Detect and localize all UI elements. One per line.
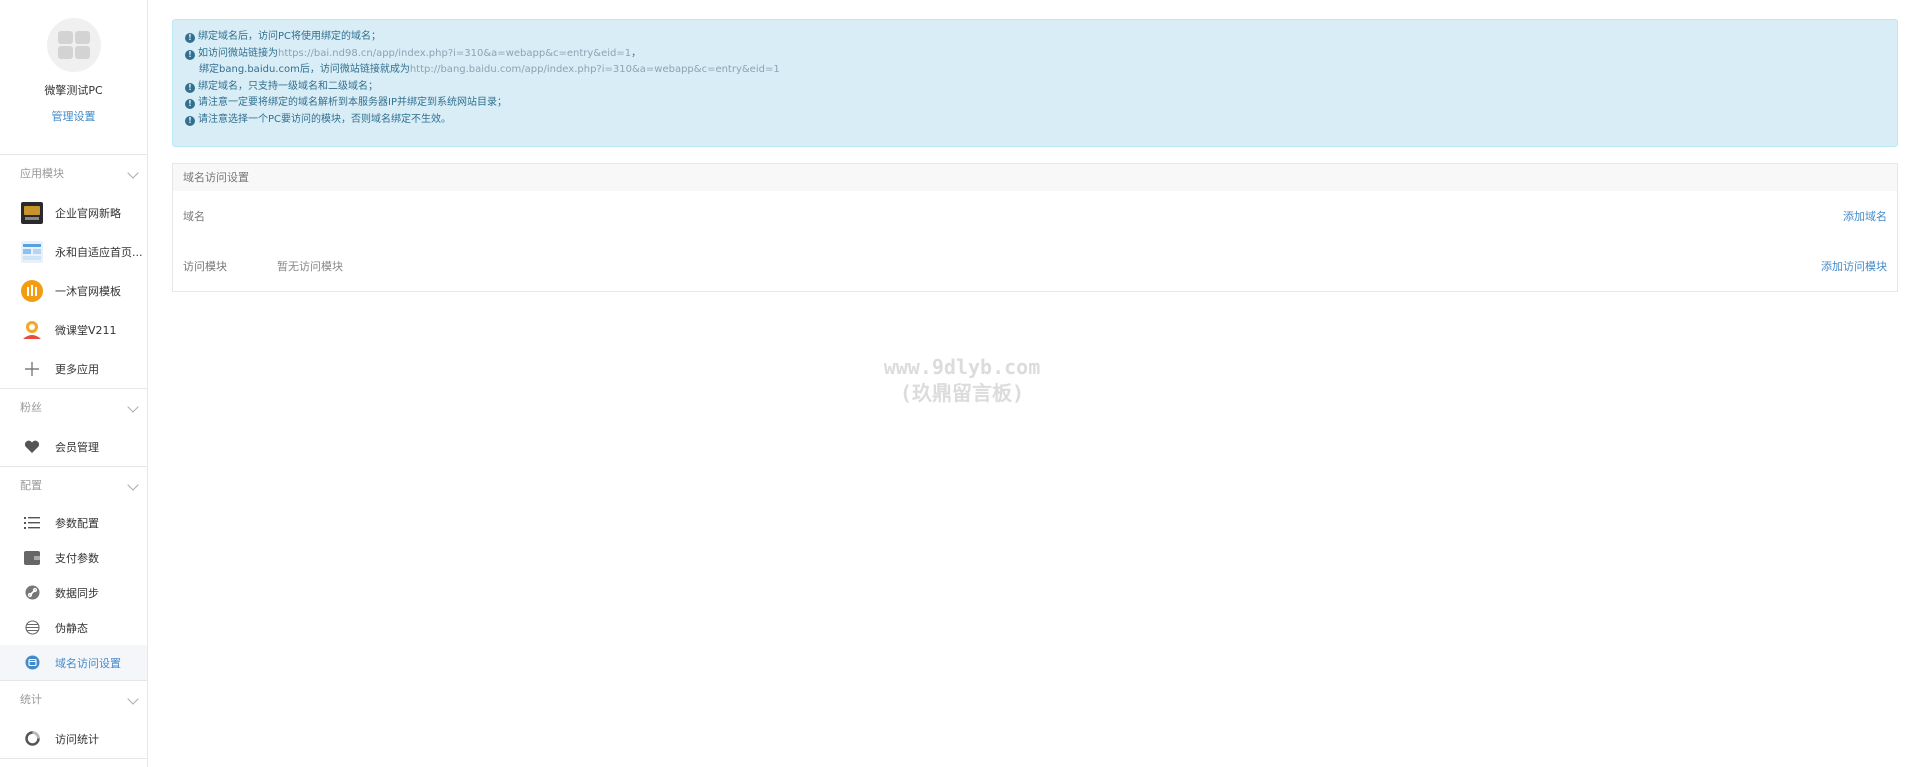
- heart-icon: [21, 436, 43, 458]
- sidebar-item-label: 参数配置: [55, 516, 99, 530]
- alert-line: ! 绑定域名，只支持一级域名和二级域名；: [185, 79, 1887, 96]
- main-content: ! 绑定域名后，访问PC将使用绑定的域名； ! 如访问微站链接为https://ba…: [172, 19, 1898, 292]
- watermark: www.9dlyb.com (玖鼎留言板): [862, 354, 1062, 406]
- sidebar-group-title[interactable]: 粉丝: [0, 389, 147, 427]
- sidebar-item-label: 访问统计: [55, 732, 99, 746]
- sidebar: 微擎测试PC 管理设置 应用模块 企业官网新略 永和自适应首页... 一沐官网模…: [0, 0, 148, 767]
- info-circle-icon: !: [185, 82, 195, 93]
- module-value: 暂无访问模块: [277, 260, 343, 273]
- group-title-text: 统计: [20, 693, 42, 706]
- sidebar-item-label: 企业官网新略: [55, 206, 121, 220]
- sidebar-item-module-2[interactable]: 永和自适应首页...: [0, 232, 147, 271]
- info-circle-icon: !: [185, 49, 195, 60]
- sidebar-group-title[interactable]: 应用模块: [0, 155, 147, 193]
- module-row: 访问模块 暂无访问模块 添加访问模块: [173, 241, 1897, 291]
- sidebar-item-members[interactable]: 会员管理: [0, 427, 147, 466]
- domain-row: 域名 添加域名: [173, 191, 1897, 241]
- sidebar-item-domain-settings[interactable]: 域名访问设置: [0, 645, 147, 680]
- info-circle-icon: !: [185, 115, 195, 126]
- manage-settings-link[interactable]: 管理设置: [0, 108, 147, 124]
- link-icon: [21, 582, 43, 604]
- info-circle-icon: !: [185, 99, 195, 109]
- alert-line: 绑定bang.baidu.com后，访问微站链接就成为http://bang.b…: [199, 64, 780, 75]
- account-name: 微擎测试PC: [44, 84, 103, 97]
- account-profile: 微擎测试PC 管理设置: [0, 18, 147, 155]
- sidebar-item-label: 支付参数: [55, 551, 99, 565]
- globe-icon: [21, 617, 43, 639]
- sidebar-group-fans: 粉丝 会员管理: [0, 389, 147, 467]
- module-label: 访问模块: [183, 260, 227, 273]
- sidebar-item-rewrite[interactable]: 伪静态: [0, 610, 147, 645]
- chevron-down-icon: [127, 693, 139, 705]
- sidebar-group-stats: 统计 访问统计: [0, 681, 147, 759]
- domain-label: 域名: [183, 210, 205, 223]
- sidebar-item-label: 永和自适应首页...: [55, 245, 143, 259]
- domain-icon: [21, 652, 43, 674]
- sidebar-item-label: 一沐官网模板: [55, 284, 121, 298]
- panel-heading: 域名访问设置: [173, 164, 1897, 191]
- chevron-down-icon: [127, 167, 139, 179]
- sidebar-group-config: 配置 参数配置 支付参数 数据同步 伪静态 域名访问设置: [0, 467, 147, 681]
- add-domain-link[interactable]: 添加域名: [1843, 208, 1887, 224]
- example-url: https://bai.nd98.cn/app/index.php?i=310&…: [278, 47, 632, 59]
- sidebar-item-sync[interactable]: 数据同步: [0, 575, 147, 610]
- sidebar-item-more-apps[interactable]: 更多应用: [0, 349, 147, 388]
- alert-line: ! 请注意选择一个PC要访问的模块，否则域名绑定不生效。: [185, 112, 1887, 129]
- chevron-down-icon: [127, 401, 139, 413]
- account-avatar[interactable]: [46, 18, 101, 72]
- module-thumbnail-icon: [21, 201, 43, 224]
- add-module-link[interactable]: 添加访问模块: [1821, 258, 1887, 274]
- wallet-icon: [21, 547, 43, 569]
- domain-settings-panel: 域名访问设置 域名 添加域名 访问模块 暂无访问模块 添加访问模块: [172, 163, 1898, 292]
- alert-line: ! 绑定域名后，访问PC将使用绑定的域名；: [185, 29, 1887, 46]
- sidebar-item-module-1[interactable]: 企业官网新略: [0, 193, 147, 232]
- info-alert: ! 绑定域名后，访问PC将使用绑定的域名； ! 如访问微站链接为https://ba…: [172, 19, 1898, 147]
- sidebar-item-payment[interactable]: 支付参数: [0, 540, 147, 575]
- pie-icon: [21, 728, 43, 750]
- sidebar-item-label: 会员管理: [55, 440, 99, 454]
- sidebar-item-label: 更多应用: [55, 362, 99, 376]
- watermark-line: www.9dlyb.com: [883, 355, 1041, 379]
- module-thumbnail-icon: [21, 240, 43, 263]
- plus-icon: [21, 358, 43, 380]
- sidebar-group-title[interactable]: 统计: [0, 681, 147, 719]
- module-thumbnail-icon: [21, 319, 43, 341]
- sidebar-item-label: 伪静态: [55, 621, 88, 635]
- module-thumbnail-icon: [21, 279, 43, 302]
- group-title-text: 应用模块: [20, 167, 64, 180]
- list-icon: [21, 512, 43, 534]
- chevron-down-icon: [127, 479, 139, 491]
- sidebar-item-visit-stats[interactable]: 访问统计: [0, 719, 147, 758]
- sidebar-item-params[interactable]: 参数配置: [0, 505, 147, 540]
- sidebar-item-module-4[interactable]: 微课堂V211: [0, 310, 147, 349]
- alert-line: ! 请注意一定要将绑定的域名解析到本服务器IP并绑定到系统网站目录；: [185, 95, 1887, 112]
- sidebar-group-title[interactable]: 配置: [0, 467, 147, 505]
- sidebar-item-module-3[interactable]: 一沐官网模板: [0, 271, 147, 310]
- group-title-text: 粉丝: [20, 401, 42, 414]
- watermark-line: (玖鼎留言板): [899, 381, 1025, 405]
- alert-line: ! 如访问微站链接为https://bai.nd98.cn/app/index.p…: [185, 46, 1887, 63]
- example-url: http://bang.baidu.com/app/index.php?i=31…: [409, 64, 780, 75]
- sidebar-item-label: 域名访问设置: [55, 656, 121, 670]
- info-circle-icon: !: [185, 33, 195, 43]
- group-title-text: 配置: [20, 479, 42, 492]
- sidebar-item-label: 微课堂V211: [55, 323, 117, 337]
- sidebar-item-label: 数据同步: [55, 586, 99, 600]
- sidebar-group-modules: 应用模块 企业官网新略 永和自适应首页... 一沐官网模板 微课堂V211 更多…: [0, 155, 147, 389]
